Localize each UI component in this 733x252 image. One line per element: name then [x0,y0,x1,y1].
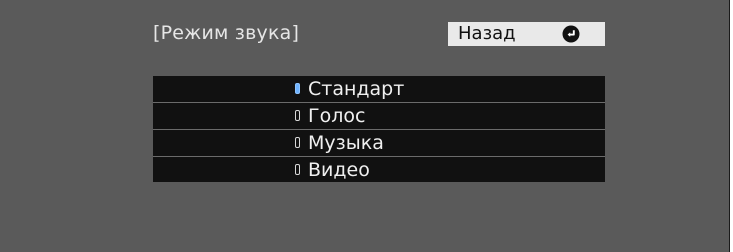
return-icon [562,25,580,43]
radio-indicator-icon [295,83,300,94]
option-label: Голос [308,105,366,127]
sound-mode-options-list: Стандарт Голос Музыка Видео [153,76,605,182]
back-button[interactable]: Назад [448,22,605,46]
option-row[interactable]: Видео [153,157,605,183]
radio-indicator-icon [295,110,300,121]
option-row[interactable]: Музыка [153,130,605,156]
sound-mode-menu: [Режим звука] Назад Стандарт Голос Музык… [0,0,730,252]
option-label: Стандарт [308,78,405,100]
menu-title: [Режим звука] [153,22,300,44]
option-row[interactable]: Стандарт [153,76,605,102]
option-row[interactable]: Голос [153,103,605,129]
back-button-label: Назад [458,23,516,44]
option-label: Музыка [308,132,384,154]
radio-indicator-icon [295,164,300,175]
radio-indicator-icon [295,137,300,148]
option-label: Видео [308,159,370,181]
